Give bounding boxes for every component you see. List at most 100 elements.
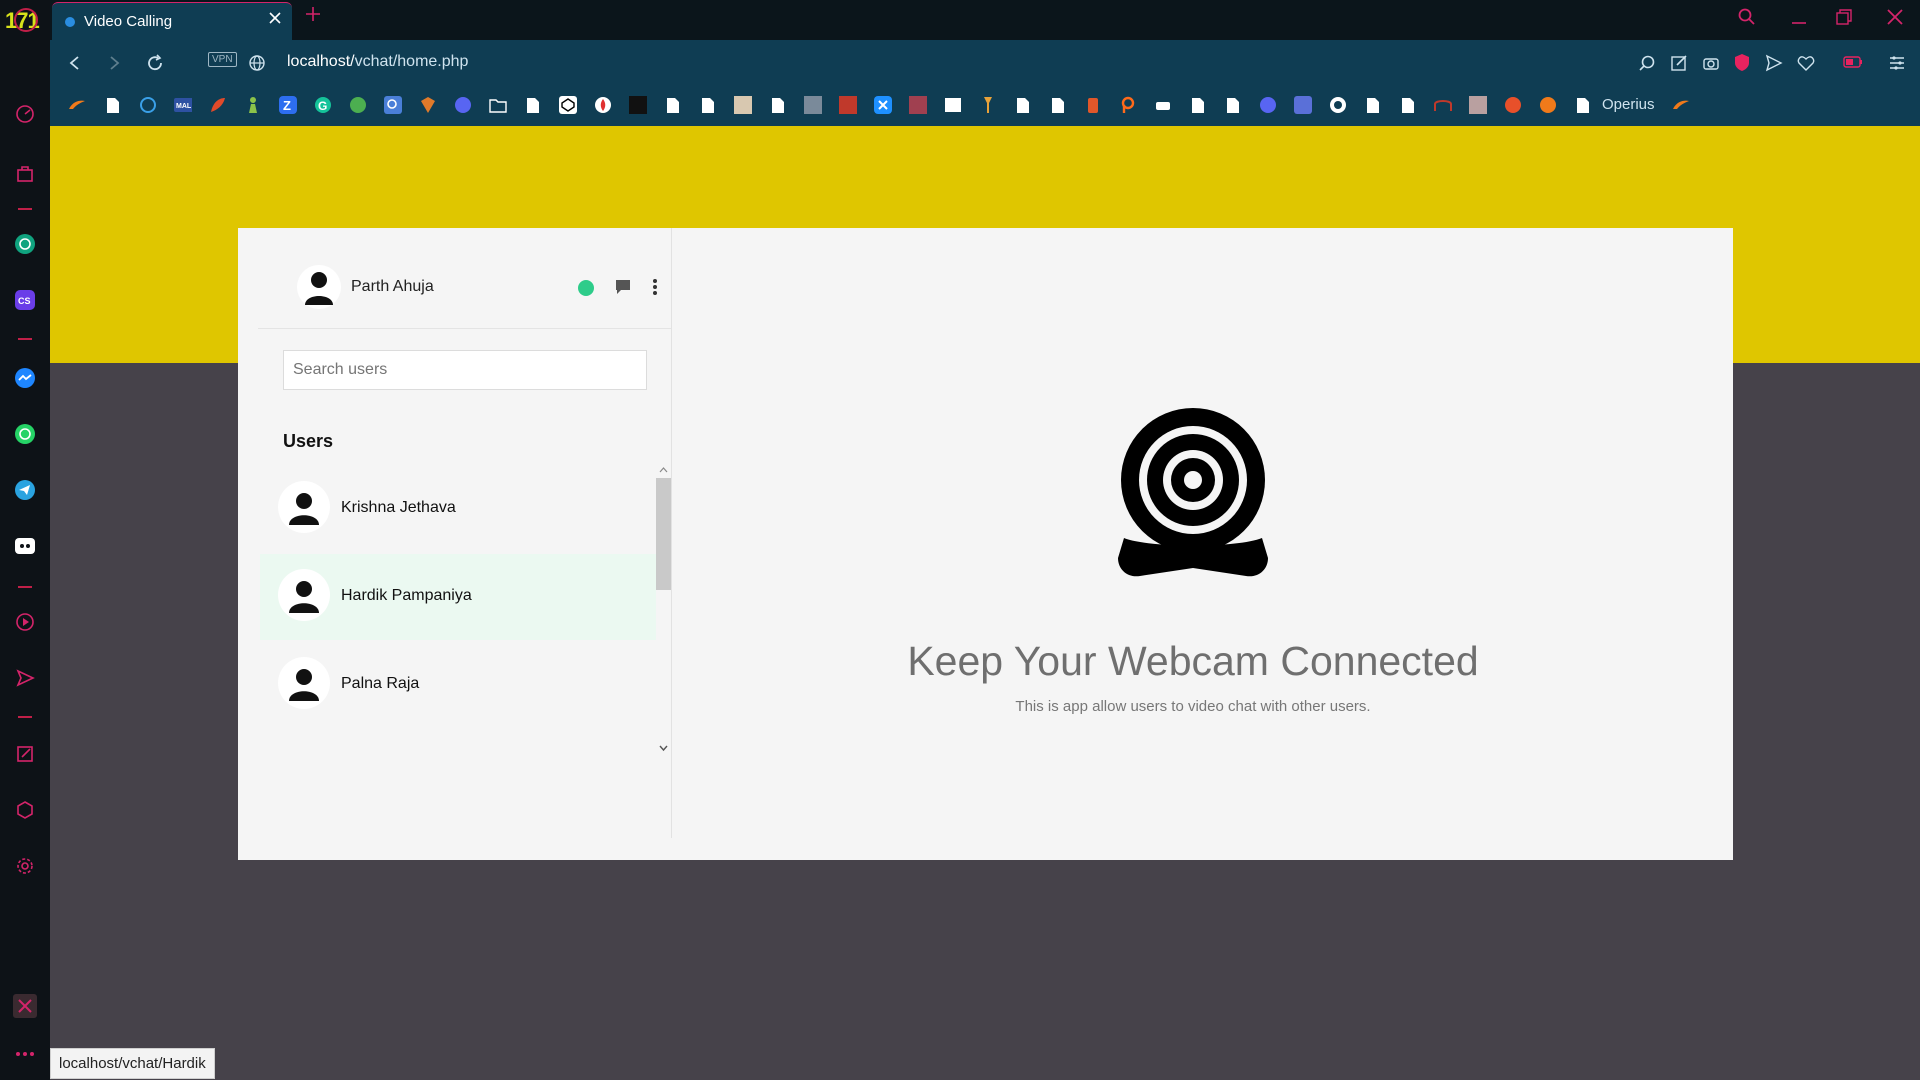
notes-icon[interactable]: [13, 742, 37, 766]
bookmark-operius[interactable]: Operius: [1602, 96, 1655, 113]
camera-snapshot-icon[interactable]: [1702, 54, 1720, 72]
bookmark-github-icon[interactable]: [1329, 96, 1347, 114]
settings-gear-icon[interactable]: [13, 854, 37, 878]
telegram-icon[interactable]: [13, 478, 37, 502]
more-options-icon[interactable]: [652, 278, 658, 296]
header-divider: [258, 328, 671, 329]
chatgpt-icon[interactable]: [13, 232, 37, 256]
bookmark-folder-icon[interactable]: [489, 96, 507, 114]
new-tab-icon[interactable]: [305, 6, 321, 22]
bookmark-page-icon[interactable]: [1364, 96, 1382, 114]
shop-icon[interactable]: [13, 162, 37, 186]
shield-icon[interactable]: [1733, 53, 1751, 73]
bookmark-grammarly-icon[interactable]: G: [314, 96, 332, 114]
discord-icon[interactable]: [13, 534, 37, 558]
status-bar-url: localhost/vchat/Hardik: [50, 1048, 215, 1079]
bookmark-jar-icon[interactable]: [1084, 96, 1102, 114]
bookmark-android-icon[interactable]: [349, 96, 367, 114]
tab-video-calling[interactable]: Video Calling: [52, 2, 292, 40]
bookmark-arch-icon[interactable]: [1434, 96, 1452, 114]
bookmark-swoosh-icon[interactable]: [68, 96, 86, 114]
bookmark-au-icon[interactable]: [1504, 96, 1522, 114]
cs-icon[interactable]: CS: [13, 288, 37, 312]
globe-icon[interactable]: [248, 54, 266, 72]
url-field[interactable]: localhost/vchat/home.php: [287, 53, 468, 71]
bookmark-page-icon[interactable]: [104, 96, 122, 114]
send-icon[interactable]: [13, 666, 37, 690]
bookmark-page-icon[interactable]: [1574, 96, 1592, 114]
my-name: Parth Ahuja: [351, 278, 434, 295]
user-list-item[interactable]: Hardik Pampaniya: [260, 554, 656, 640]
edit-icon[interactable]: [1670, 54, 1688, 72]
users-heading: Users: [283, 431, 334, 451]
vpn-badge[interactable]: VPN: [208, 52, 237, 67]
user-list-item[interactable]: Palna Raja: [260, 642, 656, 728]
bookmark-page-icon[interactable]: [769, 96, 787, 114]
messenger-icon[interactable]: [13, 366, 37, 390]
bookmark-photo-icon[interactable]: [909, 96, 927, 114]
bookmark-chess-icon[interactable]: [244, 96, 262, 114]
player-icon[interactable]: [13, 610, 37, 634]
whatsapp-icon[interactable]: [13, 422, 37, 446]
bookmark-page-icon[interactable]: [1399, 96, 1417, 114]
page-search-icon[interactable]: [1638, 54, 1656, 72]
scrollbar-thumb[interactable]: [656, 478, 671, 590]
bookmark-page-icon[interactable]: [1014, 96, 1032, 114]
back-icon[interactable]: [68, 55, 82, 71]
bookmark-discord-icon[interactable]: [1259, 96, 1277, 114]
bookmark-page-icon[interactable]: [1224, 96, 1242, 114]
bookmark-page-icon[interactable]: [1049, 96, 1067, 114]
restore-icon[interactable]: [1835, 8, 1853, 26]
bookmark-car-icon[interactable]: [1154, 96, 1172, 114]
bookmark-dark-icon[interactable]: [629, 96, 647, 114]
user-list-scrollbar[interactable]: [656, 466, 671, 756]
bookmark-thumb-icon[interactable]: [1469, 96, 1487, 114]
bookmark-refresh-icon[interactable]: [139, 96, 157, 114]
battery-icon[interactable]: [1843, 55, 1863, 69]
bookmark-picture-icon[interactable]: [1294, 96, 1312, 114]
bookmark-grid-icon[interactable]: [804, 96, 822, 114]
bookmark-page-icon[interactable]: [1189, 96, 1207, 114]
heart-icon[interactable]: [1797, 54, 1815, 72]
close-tab-icon[interactable]: [268, 11, 282, 25]
bookmark-flame-icon[interactable]: [594, 96, 612, 114]
easy-setup-icon[interactable]: [1888, 54, 1906, 72]
close-window-icon[interactable]: [1886, 8, 1904, 26]
bookmark-z-icon[interactable]: Z: [279, 96, 297, 114]
speed-dial-icon[interactable]: [13, 102, 37, 126]
scroll-up-icon[interactable]: [659, 466, 668, 474]
bookmark-search-icon[interactable]: [384, 96, 402, 114]
bookmark-image-icon[interactable]: [734, 96, 752, 114]
bookmark-discord-icon[interactable]: [454, 96, 472, 114]
user-list: Krishna Jethava Hardik Pampaniya Palna R…: [260, 466, 656, 736]
extension-icon[interactable]: [13, 994, 37, 1018]
bookmark-swoosh-icon[interactable]: [1672, 96, 1690, 114]
bookmark-page-icon[interactable]: [664, 96, 682, 114]
bookmark-mal-icon[interactable]: MAL: [174, 96, 192, 114]
my-avatar[interactable]: [297, 265, 341, 309]
bookmark-codepen-icon[interactable]: [559, 96, 577, 114]
minimize-icon[interactable]: [1790, 8, 1808, 26]
search-input[interactable]: [283, 350, 647, 390]
bookmark-page-icon[interactable]: [524, 96, 542, 114]
bookmark-x-icon[interactable]: [874, 96, 892, 114]
bookmark-badge-icon[interactable]: [419, 96, 437, 114]
share-send-icon[interactable]: [1765, 54, 1783, 72]
bookmark-red-icon[interactable]: [839, 96, 857, 114]
bookmark-s-icon[interactable]: [1539, 96, 1557, 114]
bookmark-leaf-icon[interactable]: [209, 96, 227, 114]
bookmark-p-icon[interactable]: [1119, 96, 1137, 114]
scroll-down-icon[interactable]: [659, 744, 668, 752]
chat-icon[interactable]: [614, 278, 632, 296]
user-name: Palna Raja: [341, 675, 420, 692]
more-dots-icon[interactable]: [13, 1042, 37, 1066]
bookmark-book-icon[interactable]: [944, 96, 962, 114]
reload-icon[interactable]: [146, 54, 164, 72]
cube-icon[interactable]: [13, 798, 37, 822]
bookmark-torch-icon[interactable]: [979, 96, 997, 114]
bookmark-page-icon[interactable]: [699, 96, 717, 114]
browser-logo[interactable]: 171: [5, 6, 47, 34]
forward-icon[interactable]: [107, 55, 121, 71]
search-tabs-icon[interactable]: [1738, 8, 1756, 26]
user-list-item[interactable]: Krishna Jethava: [260, 466, 656, 552]
